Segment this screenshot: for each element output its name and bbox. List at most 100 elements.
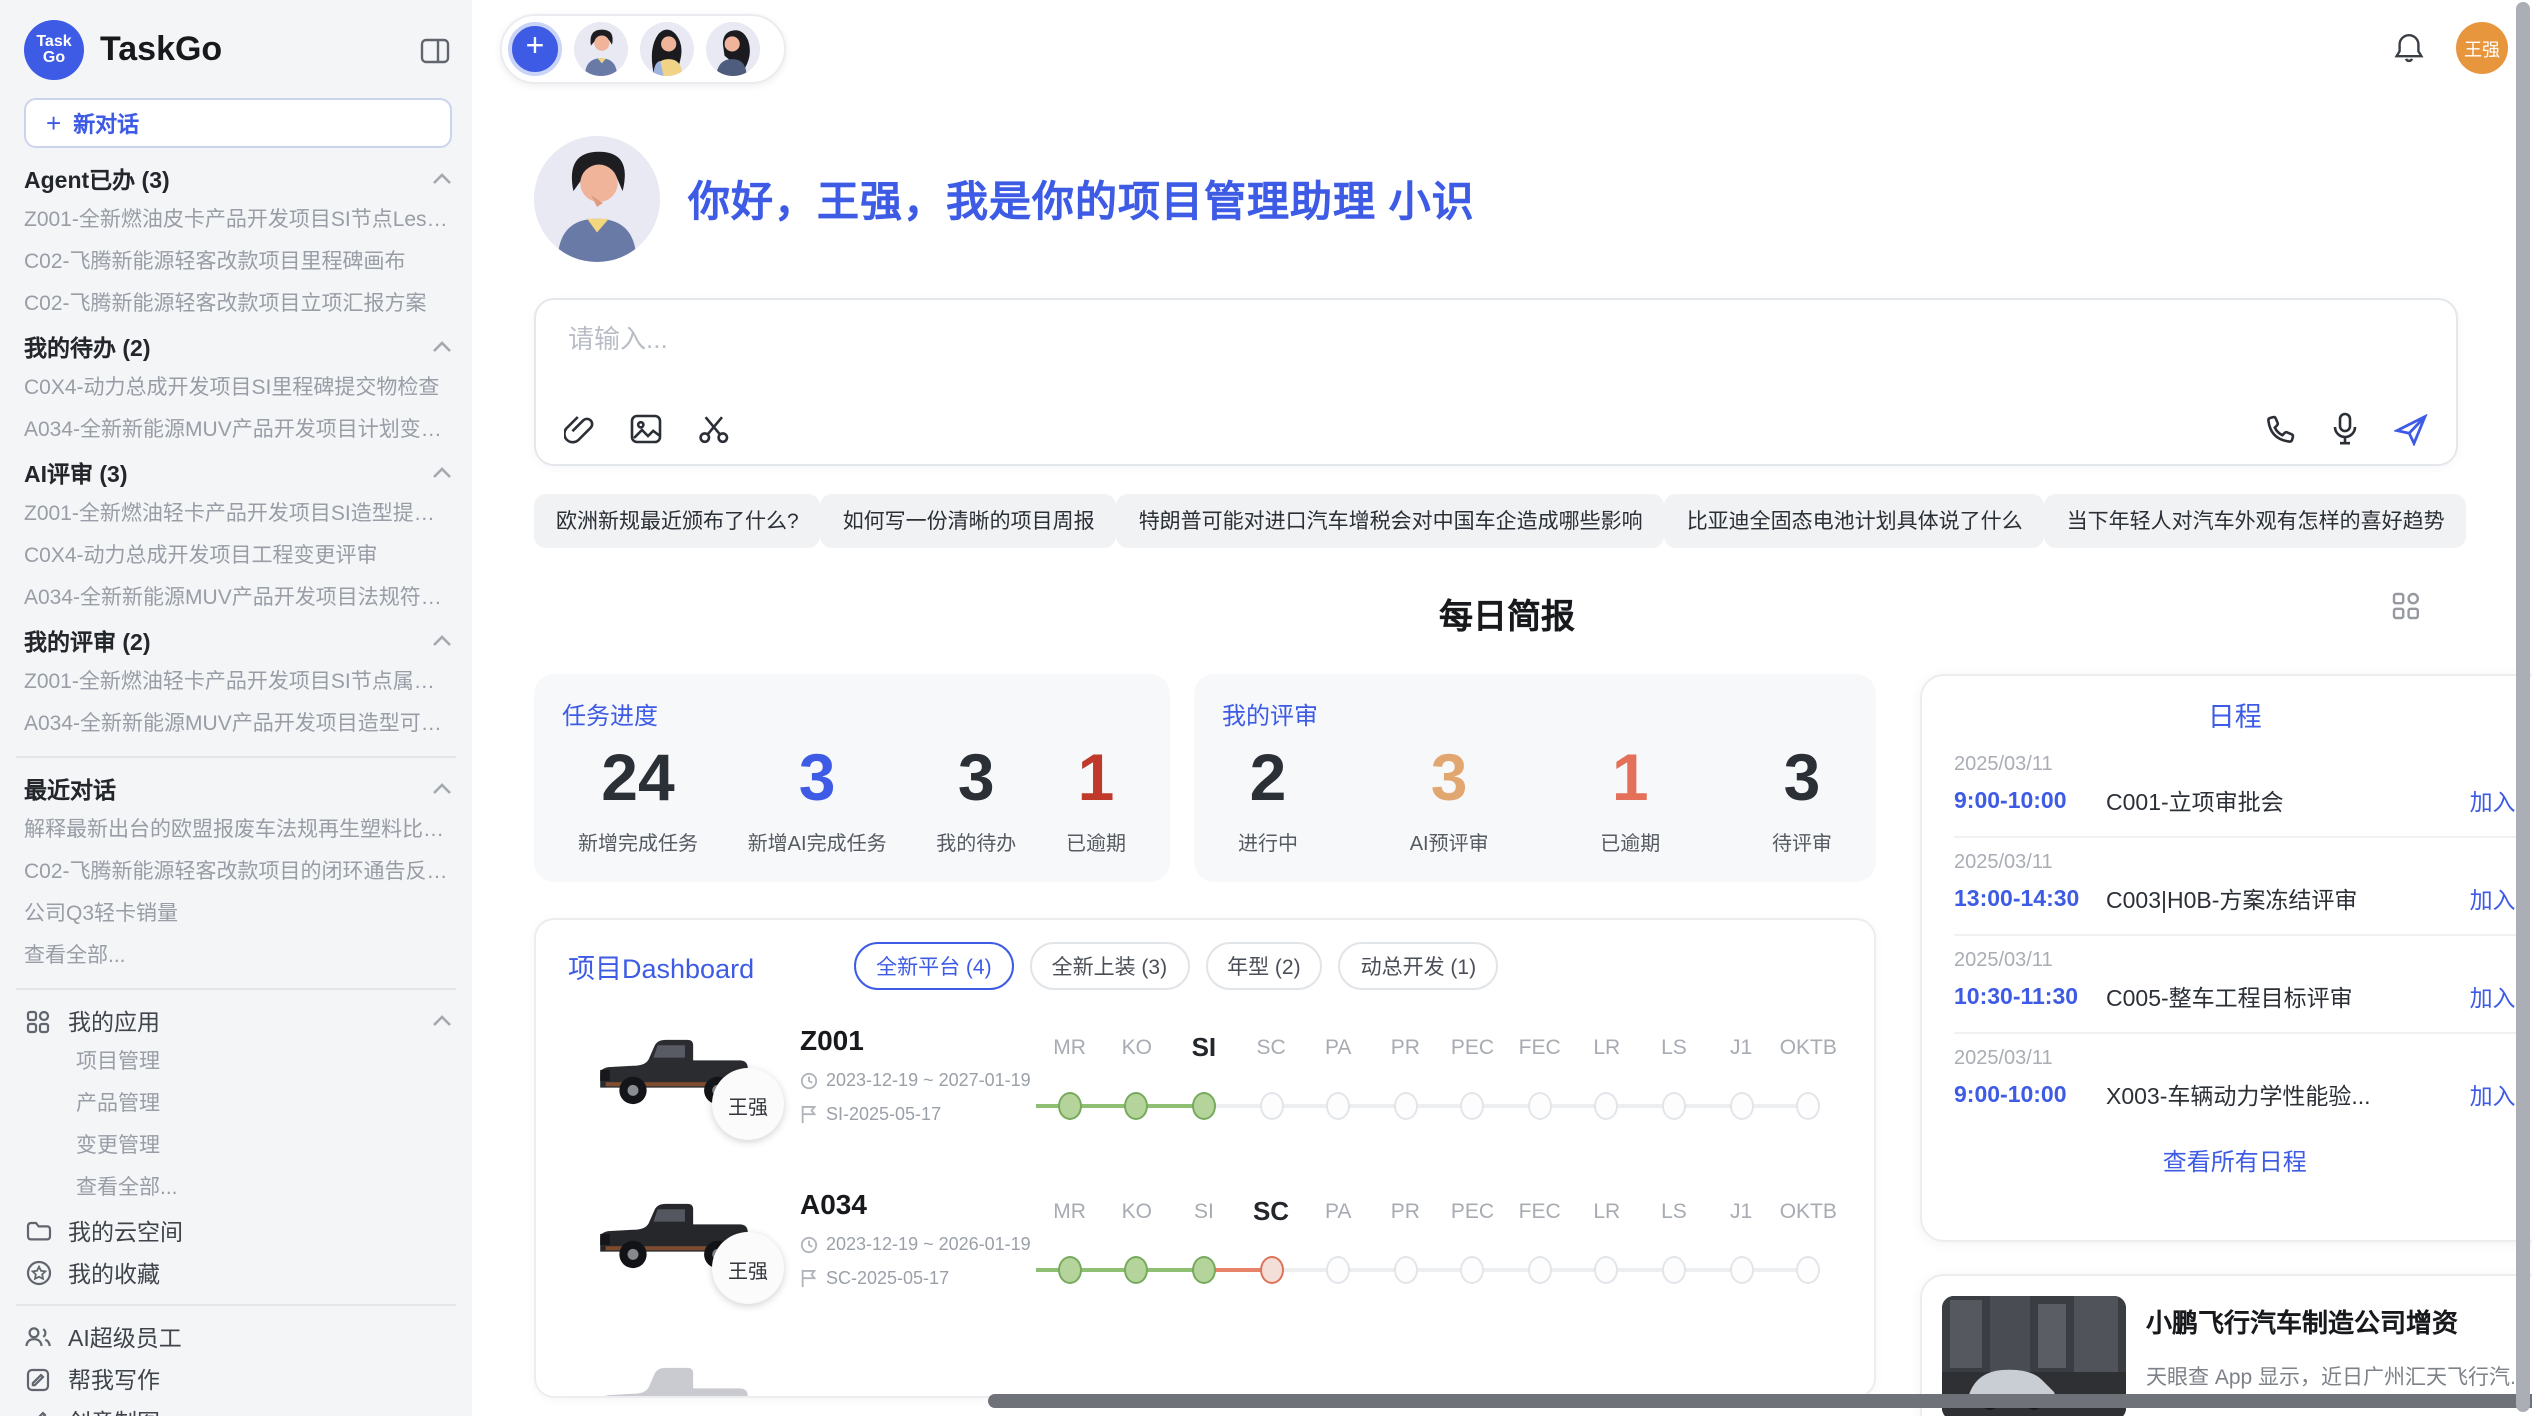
milestone-dot[interactable] [1729,1256,1753,1284]
suggestion-chip[interactable]: 如何写一份清晰的项目周报 [821,494,1117,548]
milestone-dot[interactable] [1662,1256,1686,1284]
user-avatar[interactable]: 王强 [2456,22,2508,74]
milestone-dot[interactable] [1528,1256,1552,1284]
section-my-todo[interactable]: 我的待办 (2) [24,326,452,368]
sidebar-item[interactable]: C0X4-动力总成开发项目SI里程碑提交物检查 [24,368,452,410]
milestone-dot[interactable] [1259,1092,1283,1120]
recent-chat-item[interactable]: 解释最新出台的欧盟报废车法规再生塑料比例被调至15%... [24,810,452,852]
milestone-dot[interactable] [1125,1256,1149,1284]
sidebar-item-help-me-write[interactable]: 帮我写作 [24,1358,452,1400]
horizontal-scrollbar[interactable] [988,1394,2532,1408]
view-all-schedule-link[interactable]: 查看所有日程 [1954,1130,2516,1178]
section-my-review[interactable]: 我的评审 (2) [24,620,452,662]
metric-new-done[interactable]: 24 新增完成任务 [578,738,698,856]
milestone-dot[interactable] [1662,1092,1686,1120]
sidebar-item[interactable]: A034-全新新能源MUV产品开发项目法规符合性评审 [24,578,452,620]
filter-chip-powertrain[interactable]: 动总开发 (1) [1339,942,1499,990]
sidebar-item[interactable]: A034-全新新能源MUV产品开发项目计划变更表编写 [24,410,452,452]
metric-new-ai-done[interactable]: 3 新增AI完成任务 [748,738,887,856]
milestone-dot[interactable] [1192,1256,1216,1284]
notification-bell-icon[interactable] [2394,32,2424,64]
join-button[interactable]: 加入 [2470,786,2516,818]
milestone-dot[interactable] [1528,1092,1552,1120]
view-all-chats-link[interactable]: 查看全部... [24,936,452,978]
view-all-apps-link[interactable]: 查看全部... [24,1168,452,1210]
sidebar-item-cloud-space[interactable]: 我的云空间 [24,1210,452,1252]
milestone-dot[interactable] [1326,1256,1350,1284]
chat-input[interactable] [564,322,2436,356]
milestone-dot[interactable] [1058,1256,1082,1284]
sidebar-item[interactable]: A034-全新新能源MUV产品开发项目造型可行性评审 [24,704,452,746]
sidebar-item-creative-drawing[interactable]: 创意制图 [24,1400,452,1416]
section-agent-done[interactable]: Agent已办 (3) [24,158,452,200]
metric-ai-prereview[interactable]: 3 AI预评审 [1410,738,1489,856]
suggestion-chip[interactable]: 当下年轻人对汽车外观有怎样的喜好趋势 [2045,494,2467,548]
suggestion-chip[interactable]: 特朗普可能对进口汽车增税会对中国车企造成哪些影响 [1117,494,1665,548]
metric-pending-review[interactable]: 3 待评审 [1772,738,1832,856]
milestone-dot[interactable] [1058,1092,1082,1120]
milestone-dot[interactable] [1595,1256,1619,1284]
milestone-dot[interactable] [1796,1256,1820,1284]
app-item-project-mgmt[interactable]: 项目管理 [24,1042,452,1084]
scissors-icon[interactable] [698,413,730,445]
metric-in-progress[interactable]: 2 进行中 [1238,738,1298,856]
join-button[interactable]: 加入 [2470,1080,2516,1112]
milestone-dot[interactable] [1393,1092,1417,1120]
filter-chip-body[interactable]: 全新上装 (3) [1030,942,1190,990]
sidebar-item[interactable]: Z001-全新燃油皮卡产品开发项目SI节点Lesson Learn报告 [24,200,452,242]
project-row-z001[interactable]: 王强 Z001 2023-12-19 ~ 2027-01-19 [568,1016,1842,1176]
section-recent-chats[interactable]: 最近对话 [24,768,452,810]
join-button[interactable]: 加入 [2470,982,2516,1014]
milestone-dot[interactable] [1192,1092,1216,1120]
sidebar-item[interactable]: Z001-全新燃油轻卡产品开发项目SI造型提交物评审 [24,494,452,536]
filter-chip-platform[interactable]: 全新平台 (4) [854,942,1014,990]
milestone-dot[interactable] [1595,1092,1619,1120]
image-icon[interactable] [630,414,662,444]
sidebar-collapse-icon[interactable] [416,32,452,68]
milestone-track: MR KO SI SC PA PR PEC FEC LR LS J1 [1036,1180,1842,1340]
sidebar-item-ai-employees[interactable]: AI超级员工 [24,1316,452,1358]
vertical-scrollbar[interactable] [2516,2,2530,1412]
sidebar-item[interactable]: C02-飞腾新能源轻客改款项目里程碑画布 [24,242,452,284]
milestone-dot[interactable] [1393,1256,1417,1284]
add-agent-button[interactable]: + [508,21,562,75]
milestone-dot[interactable] [1125,1092,1149,1120]
sidebar-item-favorites[interactable]: 我的收藏 [24,1252,452,1294]
layout-grid-icon[interactable] [2392,592,2420,620]
sidebar-item[interactable]: C0X4-动力总成开发项目工程变更评审 [24,536,452,578]
filter-chip-year[interactable]: 年型 (2) [1205,942,1323,990]
agent-avatar-1[interactable] [574,21,628,75]
new-chat-button[interactable]: + 新对话 [24,98,452,148]
app-item-change-mgmt[interactable]: 变更管理 [24,1126,452,1168]
agent-avatar-2[interactable] [640,21,694,75]
milestone-dot[interactable] [1461,1256,1485,1284]
sidebar-item-my-apps[interactable]: 我的应用 [24,1000,452,1042]
recent-chat-item[interactable]: 公司Q3轻卡销量 [24,894,452,936]
suggestion-chip[interactable]: 欧洲新规最近颁布了什么? [534,494,821,548]
milestone-dot[interactable] [1326,1092,1350,1120]
metric-review-overdue[interactable]: 1 已逾期 [1600,738,1660,856]
send-icon[interactable] [2394,413,2428,445]
milestone-dot[interactable] [1729,1092,1753,1120]
section-ai-review[interactable]: AI评审 (3) [24,452,452,494]
voice-call-icon[interactable] [2266,414,2296,444]
daily-briefing-title: 每日简报 [1439,598,1575,636]
agent-avatar-3[interactable] [706,21,760,75]
suggestion-chip[interactable]: 比亚迪全固态电池计划具体说了什么 [1665,494,2045,548]
sidebar-item[interactable]: Z001-全新燃油轻卡产品开发项目SI节点属性5D文件评审 [24,662,452,704]
milestone-dot[interactable] [1461,1092,1485,1120]
join-button[interactable]: 加入 [2470,884,2516,916]
metric-overdue[interactable]: 1 已逾期 [1066,738,1126,856]
sidebar-item[interactable]: C02-飞腾新能源轻客改款项目立项汇报方案 [24,284,452,326]
recent-chat-item[interactable]: C02-飞腾新能源轻客改款项目的闭环通告反馈情况 [24,852,452,894]
attachment-icon[interactable] [564,413,594,445]
project-image: 王强 [592,1016,800,1176]
microphone-icon[interactable] [2332,412,2358,446]
milestone-dot-overdue[interactable] [1259,1256,1283,1284]
milestone-dot[interactable] [1796,1092,1820,1120]
app-item-product-mgmt[interactable]: 产品管理 [24,1084,452,1126]
metric-my-todo[interactable]: 3 我的待办 [936,738,1016,856]
schedule-title: 日程 [1954,696,2516,740]
top-right-controls: 王强 [2394,22,2508,74]
project-row-a034[interactable]: 王强 A034 2023-12-19 ~ 2026-01-19 [568,1180,1842,1340]
